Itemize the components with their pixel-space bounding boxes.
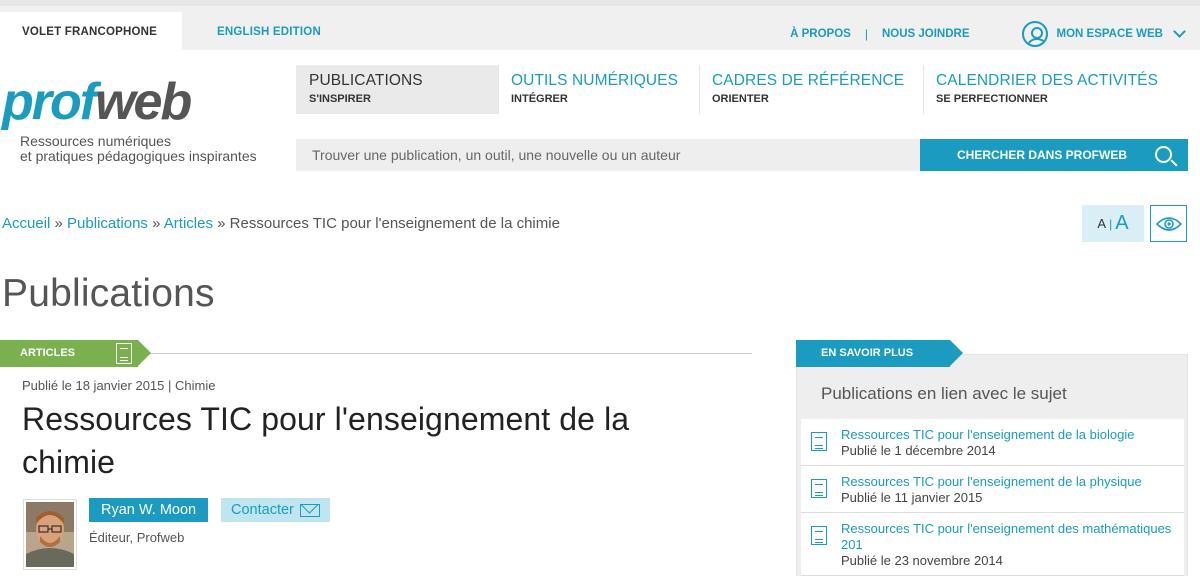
related-publications-box: Publications en lien avec le sujet Resso…	[796, 354, 1188, 576]
nav-publications[interactable]: PUBLICATIONS S'INSPIRER	[296, 65, 498, 114]
text-size-separator: |	[1109, 216, 1113, 231]
author-photo-image	[26, 502, 74, 567]
about-link[interactable]: À PROPOS	[790, 28, 851, 40]
breadcrumb-sep: »	[152, 215, 161, 232]
tab-volet-francophone[interactable]: VOLET FRANCOPHONE	[0, 12, 182, 56]
related-list: Ressources TIC pour l'enseignement de la…	[801, 419, 1184, 576]
nav-outils-numeriques[interactable]: OUTILS NUMÉRIQUES INTÉGRER	[498, 65, 699, 114]
articles-tag-label: ARTICLES	[20, 347, 75, 359]
document-icon	[811, 526, 827, 545]
search-icon	[1155, 145, 1173, 163]
join-link[interactable]: NOUS JOINDRE	[882, 28, 970, 40]
divider	[150, 353, 752, 354]
articles-tag[interactable]: ARTICLES	[0, 340, 151, 367]
logo-tagline: Ressources numériques et pratiques pédag…	[20, 133, 257, 164]
document-icon	[116, 343, 132, 364]
top-separator: |	[864, 27, 868, 41]
list-item[interactable]: Ressources TIC pour l'enseignement de la…	[801, 466, 1184, 513]
profweb-logo[interactable]: profweb Ressources numériques et pratiqu…	[2, 73, 257, 164]
breadcrumb-home[interactable]: Accueil	[2, 215, 50, 232]
tab-english-edition[interactable]: ENGLISH EDITION	[217, 12, 321, 56]
document-icon	[811, 479, 827, 498]
list-item[interactable]: Ressources TIC pour l'enseignement des m…	[801, 513, 1184, 576]
author-name-button[interactable]: Ryan W. Moon	[89, 498, 209, 522]
page-title: Publications	[2, 272, 215, 315]
text-size-large: A	[1115, 212, 1129, 234]
search-button-label: CHERCHER DANS PROFWEB	[957, 148, 1128, 162]
logo-wordmark: profweb	[2, 73, 192, 131]
text-size-small: A	[1097, 216, 1107, 231]
top-links: À PROPOS | NOUS JOINDRE MON ESPACE WEB	[790, 12, 1200, 56]
nav-calendrier-des-activites[interactable]: CALENDRIER DES ACTIVITÉS SE PERFECTIONNE…	[923, 65, 1173, 114]
document-icon	[811, 432, 827, 451]
search-button[interactable]: CHERCHER DANS PROFWEB	[920, 139, 1188, 171]
contact-label: Contacter	[231, 502, 294, 518]
breadcrumb-sep: »	[217, 215, 226, 232]
list-item[interactable]: Ressources TIC pour l'enseignement de la…	[801, 419, 1184, 466]
breadcrumb: Accueil » Publications » Articles » Ress…	[2, 215, 560, 232]
article-tag-bar: ARTICLES	[0, 340, 752, 367]
user-icon[interactable]	[1021, 21, 1048, 47]
nav-cadres-de-reference[interactable]: CADRES DE RÉFÉRENCE ORIENTER	[699, 65, 923, 114]
search-input[interactable]	[296, 139, 920, 171]
related-item-title[interactable]: Ressources TIC pour l'enseignement des m…	[841, 521, 1174, 553]
search-bar: CHERCHER DANS PROFWEB	[296, 139, 1188, 171]
contrast-button[interactable]	[1150, 205, 1187, 242]
eye-icon	[1155, 216, 1182, 231]
my-space-link[interactable]: MON ESPACE WEB	[1057, 28, 1164, 40]
breadcrumb-sep: »	[54, 215, 63, 232]
publication-meta: Publié le 18 janvier 2015 | Chimie	[22, 378, 216, 393]
contact-button[interactable]: Contacter	[221, 498, 330, 522]
main-nav: PUBLICATIONS S'INSPIRER OUTILS NUMÉRIQUE…	[296, 65, 1173, 114]
related-item-date: Publié le 23 novembre 2014	[841, 553, 1003, 568]
author-role: Éditeur, Profweb	[89, 530, 185, 545]
chevron-down-icon[interactable]	[1173, 24, 1186, 38]
related-item-date: Publié le 1 décembre 2014	[841, 443, 996, 458]
breadcrumb-publications[interactable]: Publications	[67, 215, 148, 232]
related-item-title[interactable]: Ressources TIC pour l'enseignement de la…	[841, 427, 1174, 443]
related-item-date: Publié le 11 janvier 2015	[841, 490, 983, 505]
related-item-title[interactable]: Ressources TIC pour l'enseignement de la…	[841, 474, 1174, 490]
breadcrumb-articles[interactable]: Articles	[164, 215, 213, 232]
mail-icon	[299, 503, 320, 517]
text-size-button[interactable]: A | A	[1082, 205, 1144, 242]
related-heading: Publications en lien avec le sujet	[821, 384, 1067, 403]
author-avatar[interactable]	[23, 499, 77, 570]
top-bar: VOLET FRANCOPHONE ENGLISH EDITION À PROP…	[0, 0, 1200, 56]
en-savoir-plus-tag: EN SAVOIR PLUS	[796, 340, 963, 367]
breadcrumb-current: Ressources TIC pour l'enseignement de la…	[229, 215, 560, 232]
article-title: Ressources TIC pour l'enseignement de la…	[22, 401, 630, 480]
